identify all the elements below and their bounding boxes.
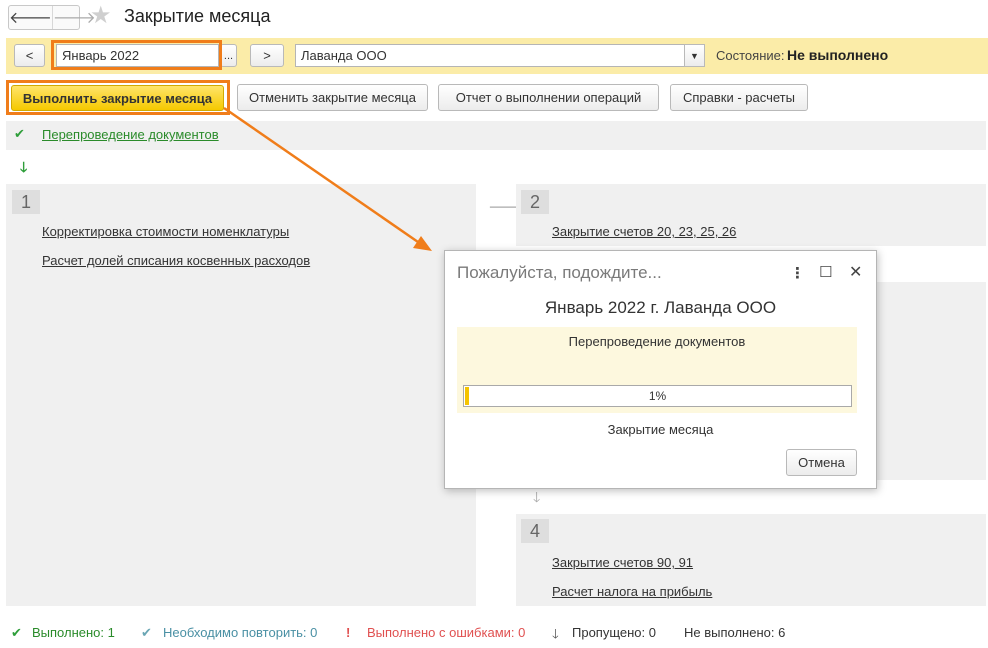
wait-dialog: Пожалуйста, подождите... ⋮ ☐ ✕ Январь 20… — [444, 250, 877, 489]
close-icon[interactable]: ✕ — [849, 262, 862, 282]
done-label: Выполнено: — [32, 625, 105, 640]
repeat-label: Необходимо повторить: — [163, 625, 307, 640]
progress-panel: Перепроведение документов 1% — [457, 327, 857, 413]
stage-label: Закрытие месяца — [607, 422, 714, 437]
errors-count: 0 — [518, 625, 526, 640]
dialog-cancel-button[interactable]: Отмена — [786, 449, 857, 476]
more-menu-icon[interactable]: ⋮ — [790, 264, 805, 282]
skipped-label: Пропущено: — [572, 625, 646, 640]
skipped-status: Пропущено: 0 — [572, 625, 656, 640]
skipped-count: 0 — [648, 625, 657, 640]
done-status: Выполнено: 1 — [32, 625, 115, 640]
arrow-down-icon: 🡓 — [552, 626, 559, 641]
maximize-icon[interactable]: ☐ — [819, 263, 832, 281]
errors-status: Выполнено с ошибками: 0 — [367, 625, 525, 640]
check-icon: ✔ — [11, 625, 22, 640]
repeat-status: Необходимо повторить: 0 — [163, 625, 317, 640]
exclamation-icon: ! — [346, 625, 351, 640]
dialog-title: Пожалуйста, подождите... — [457, 263, 662, 282]
repeat-count: 0 — [310, 625, 318, 640]
notdone-count: 6 — [778, 625, 786, 640]
current-operation-label: Перепроведение документов — [568, 334, 746, 349]
notdone-status: Не выполнено: 6 — [684, 625, 785, 640]
done-count: 1 — [107, 625, 115, 640]
progress-text: 1% — [648, 389, 667, 403]
errors-label: Выполнено с ошибками: — [367, 625, 515, 640]
check-outline-icon: ✔ — [141, 625, 152, 640]
progress-bar: 1% — [463, 385, 852, 407]
notdone-label: Не выполнено: — [684, 625, 775, 640]
dialog-subtitle: Январь 2022 г. Лаванда ООО — [544, 298, 777, 317]
